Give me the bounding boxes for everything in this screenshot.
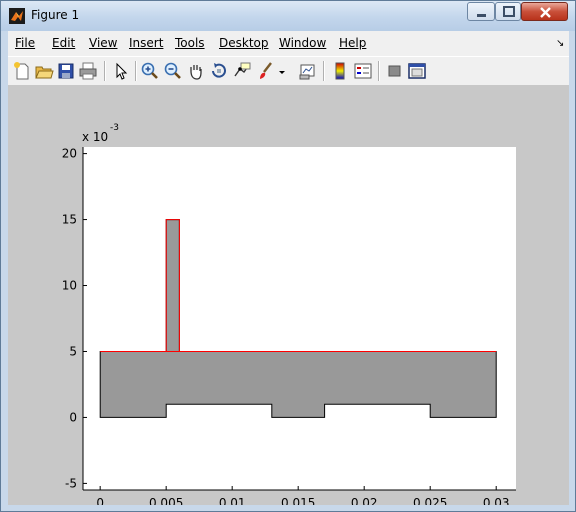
new-figure-icon[interactable] — [12, 61, 32, 81]
print-icon[interactable] — [78, 61, 98, 81]
zoom-out-icon[interactable] — [163, 61, 183, 81]
menu-help[interactable]: Help — [339, 36, 366, 50]
y-tick-label: 15 — [62, 213, 77, 227]
close-button[interactable] — [521, 2, 568, 21]
legend-icon[interactable] — [353, 61, 373, 81]
exponent-label: x 10 — [82, 130, 108, 144]
y-tick-label: -5 — [65, 476, 77, 490]
x-tick-label: 0.025 — [413, 496, 447, 505]
y-tick-label: 10 — [62, 279, 77, 293]
title-bar[interactable]: Figure 1 — [1, 1, 575, 31]
save-icon[interactable] — [56, 61, 76, 81]
y-tick-label: 0 — [69, 410, 77, 424]
maximize-button[interactable] — [495, 2, 521, 21]
y-tick-label: 20 — [62, 147, 77, 161]
menu-insert[interactable]: Insert — [129, 36, 163, 50]
dock-figure-icon[interactable]: ↘ — [556, 38, 564, 49]
menu-window[interactable]: Window — [279, 36, 326, 50]
figure-toolbar — [8, 56, 569, 86]
y-tick-label: 5 — [69, 344, 77, 358]
plot-svg: 20 15 10 5 0 -5 0 0.005 0.01 0.015 0.02 0.025 0.03 x… — [62, 123, 516, 510]
figure-window: Figure 1 File Edit View Insert Tools Des… — [0, 0, 576, 512]
brush-dropdown-icon[interactable] — [277, 61, 287, 81]
exponent-power: -3 — [110, 123, 119, 133]
x-tick-label: 0.02 — [351, 496, 378, 505]
menu-edit[interactable]: Edit — [52, 36, 75, 50]
link-plot-icon[interactable] — [298, 61, 318, 81]
menu-tools[interactable]: Tools — [175, 36, 205, 50]
colorbar-icon[interactable] — [330, 61, 350, 81]
minimize-button[interactable] — [467, 2, 495, 21]
pan-icon[interactable] — [186, 61, 206, 81]
menu-file[interactable]: File — [15, 36, 35, 50]
figure-client-area: File Edit View Insert Tools Desktop Wind… — [8, 31, 569, 510]
rotate-3d-icon[interactable] — [209, 61, 229, 81]
base-polygon — [99, 351, 497, 418]
x-tick-label: 0.015 — [281, 496, 315, 505]
axes-background[interactable] — [83, 147, 516, 490]
x-tick-label: 0.01 — [219, 496, 246, 505]
open-file-icon[interactable] — [34, 61, 54, 81]
pointer-icon[interactable] — [111, 61, 131, 81]
hide-plot-tools-icon[interactable] — [385, 61, 405, 81]
x-tick-label: 0 — [96, 496, 104, 505]
menu-bar: File Edit View Insert Tools Desktop Wind… — [8, 31, 569, 56]
menu-view[interactable]: View — [89, 36, 117, 50]
x-tick-label: 0.005 — [149, 496, 183, 505]
brush-icon[interactable] — [256, 61, 276, 81]
x-tick-label: 0.03 — [483, 496, 510, 505]
menu-desktop[interactable]: Desktop — [219, 36, 269, 50]
pillar-polygon — [165, 219, 180, 352]
matlab-logo-icon — [9, 8, 25, 24]
figure-canvas: 20 15 10 5 0 -5 0 0.005 0.01 0.015 0.02 0.025 0.03 x… — [8, 85, 569, 510]
data-cursor-icon[interactable] — [232, 61, 252, 81]
window-title: Figure 1 — [31, 8, 80, 22]
zoom-in-icon[interactable] — [140, 61, 160, 81]
show-plot-tools-icon[interactable] — [407, 61, 427, 81]
